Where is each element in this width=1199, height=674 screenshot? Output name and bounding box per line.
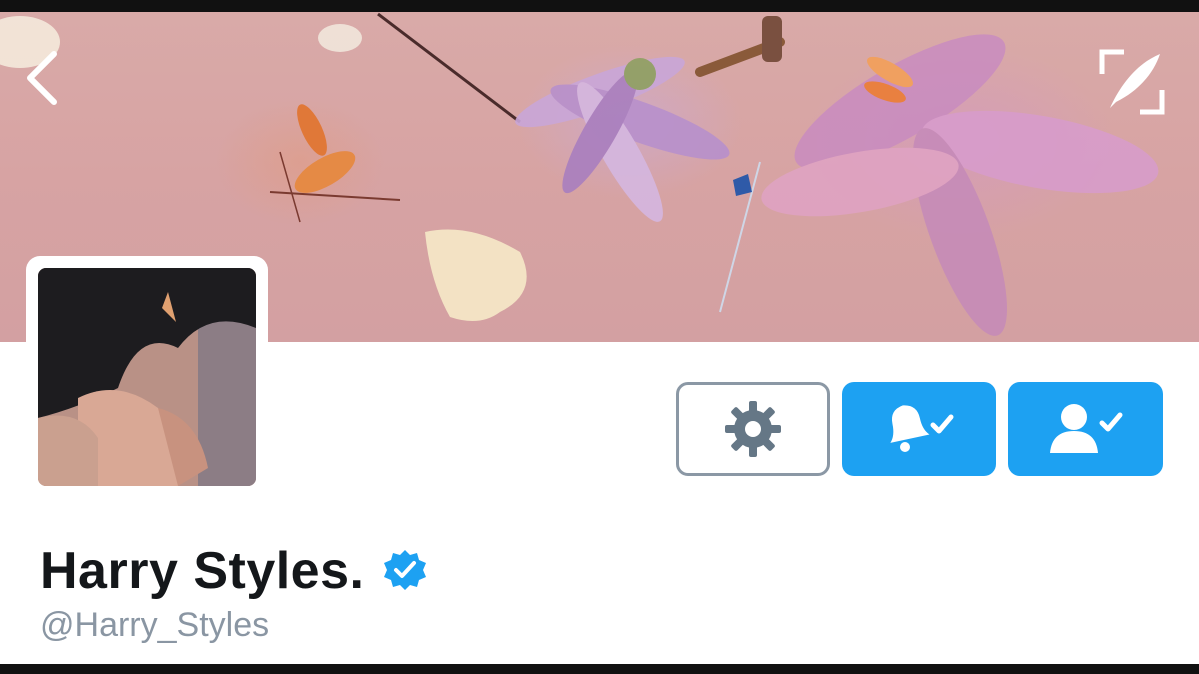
back-button[interactable] — [20, 48, 64, 108]
verified-badge-icon — [384, 550, 427, 590]
profile-name-row: Harry Styles. — [40, 536, 428, 606]
compose-tweet-button[interactable] — [1096, 46, 1168, 118]
gear-icon — [725, 401, 781, 457]
avatar[interactable] — [38, 268, 256, 486]
bottom-frame-bar — [0, 664, 1199, 674]
user-check-icon — [1049, 404, 1122, 453]
top-frame-bar — [0, 0, 1199, 12]
avatar-frame — [26, 256, 268, 498]
settings-button[interactable] — [676, 382, 830, 476]
avatar-photo — [38, 268, 256, 486]
display-name: Harry Styles. — [40, 542, 365, 600]
chevron-left-icon — [27, 51, 57, 105]
quill-expand-icon — [1099, 49, 1165, 115]
profile-screen: Harry Styles. @Harry_Styles — [0, 12, 1199, 664]
bell-check-icon — [890, 405, 954, 452]
notifications-button[interactable] — [842, 382, 996, 476]
following-button[interactable] — [1008, 382, 1163, 476]
profile-handle: @Harry_Styles — [40, 606, 270, 644]
